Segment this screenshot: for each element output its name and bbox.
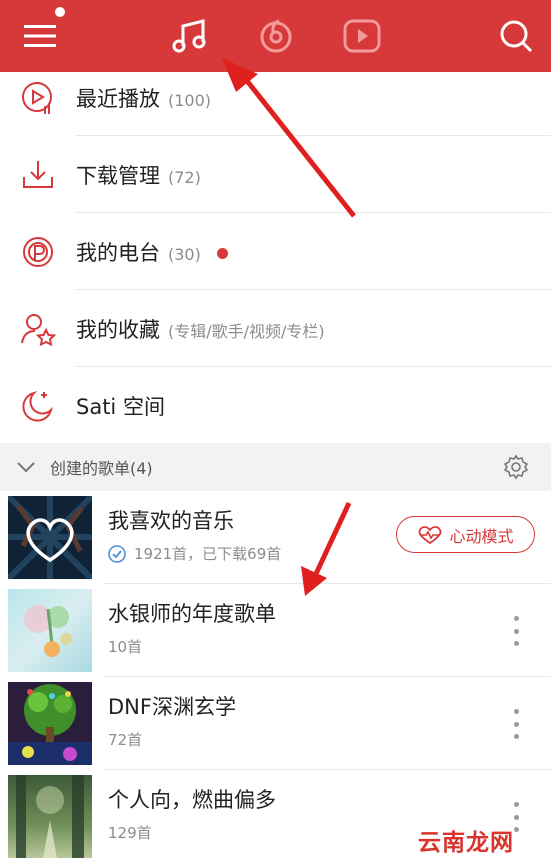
playlist-cover (8, 589, 92, 672)
menu-label: 我的电台 (76, 240, 160, 265)
moon-sleep-icon (22, 390, 53, 422)
playlist-meta: 1921首，已下载69首 (108, 543, 281, 564)
hamburger-menu-icon[interactable] (16, 12, 64, 60)
created-playlists-header[interactable]: 创建的歌单(4) (0, 443, 551, 491)
recent-play-icon (22, 81, 52, 114)
heartbeat-mode-button[interactable]: 心动模式 (396, 516, 535, 553)
playlist-meta: 72首 (108, 729, 142, 750)
new-badge-dot (216, 248, 228, 259)
my-music-menu: 最近播放 (100) 下载管理 (72) 我的电台 (30) 我的收藏 (专辑/歌手/视… (0, 72, 551, 442)
menu-label: 下载管理 (76, 163, 160, 188)
menu-item-downloads[interactable]: 下载管理 (72) (0, 136, 551, 213)
menu-count: (100) (168, 90, 212, 110)
playlist-name: 水银师的年度歌单 (108, 602, 276, 626)
playlist-cover (8, 775, 92, 858)
radio-icon (23, 236, 53, 267)
video-play-icon[interactable] (338, 12, 386, 60)
menu-item-radio[interactable]: 我的电台 (30) (0, 213, 551, 290)
heartbeat-mode-label: 心动模式 (449, 526, 514, 546)
site-watermark: 云南龙网 (418, 830, 514, 856)
menu-label: 我的收藏 (76, 317, 160, 342)
downloaded-check-icon (108, 544, 126, 563)
playlist-row-dnf[interactable]: DNF深渊玄学 72首 (0, 677, 551, 770)
heartbeat-icon (419, 525, 442, 544)
playlist-count: 1921首，已下载69首 (134, 545, 282, 563)
menu-label: 最近播放 (76, 86, 160, 111)
search-icon[interactable] (492, 12, 540, 60)
more-options-icon[interactable] (504, 709, 528, 739)
playlist-count: 10首 (108, 638, 143, 656)
gear-icon[interactable] (503, 454, 529, 480)
playlist-row-liked[interactable]: 我喜欢的音乐 1921首，已下载69首 心动模式 (0, 491, 551, 584)
app-screen: 最近播放 (100) 下载管理 (72) 我的电台 (30) 我的收藏 (专辑/歌手/视… (0, 0, 551, 865)
netease-cloud-icon[interactable] (252, 12, 300, 60)
playlist-count: 72首 (108, 731, 143, 749)
notification-dot (53, 5, 67, 19)
section-title: 创建的歌单(4) (50, 459, 153, 478)
playlist-count: 129首 (108, 824, 152, 842)
menu-item-recent-play[interactable]: 最近播放 (100) (0, 59, 551, 136)
more-options-icon[interactable] (504, 616, 528, 646)
menu-item-sati-space[interactable]: Sati 空间 (0, 367, 551, 444)
menu-count: (专辑/歌手/视频/专栏) (168, 321, 325, 341)
playlist-name: 我喜欢的音乐 (108, 509, 234, 533)
chevron-down-icon[interactable] (16, 459, 36, 475)
menu-label: Sati 空间 (76, 394, 165, 419)
playlist-cover (8, 496, 92, 579)
playlist-meta: 10首 (108, 636, 142, 657)
collection-star-icon (21, 313, 56, 346)
music-note-icon[interactable] (166, 12, 214, 60)
playlist-name: 个人向，燃曲偏多 (108, 788, 276, 812)
menu-count: (30) (168, 244, 201, 264)
playlist-cover (8, 682, 92, 765)
playlist-row-annual[interactable]: 水银师的年度歌单 10首 (0, 584, 551, 677)
menu-count: (72) (168, 167, 201, 187)
download-icon (23, 160, 53, 188)
menu-item-collection[interactable]: 我的收藏 (专辑/歌手/视频/专栏) (0, 290, 551, 367)
playlist-name: DNF深渊玄学 (108, 695, 236, 719)
playlist-meta: 129首 (108, 822, 152, 843)
